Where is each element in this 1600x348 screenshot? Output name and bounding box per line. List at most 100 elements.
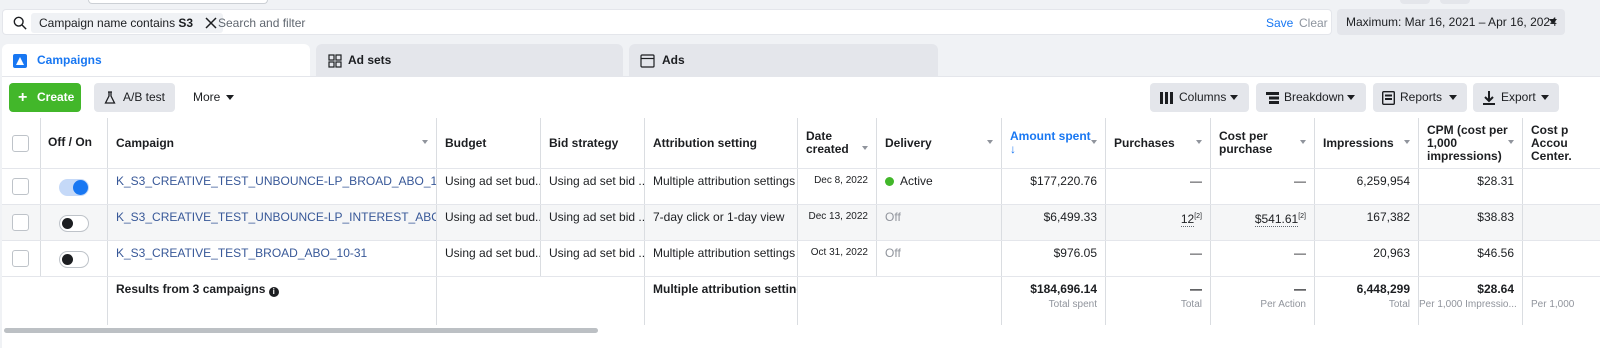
amount-spent-cell: $6,499.33 <box>1002 205 1106 241</box>
close-icon[interactable] <box>205 17 217 29</box>
header-attribution[interactable]: Attribution setting <box>645 118 798 168</box>
header-label: Delivery <box>885 136 932 150</box>
header-label: Budget <box>445 136 487 150</box>
header-label: impressions) <box>1427 149 1502 163</box>
ab-test-label: A/B test <box>123 90 166 104</box>
reports-button[interactable]: Reports <box>1373 83 1467 112</box>
delivery-status: Active <box>900 174 933 188</box>
campaign-link[interactable]: K_S3_CREATIVE_TEST_BROAD_ABO_10-31 <box>116 246 367 260</box>
row-checkbox[interactable] <box>12 178 29 195</box>
header-label: 1,000 <box>1427 136 1458 150</box>
chevron-down-icon <box>1230 95 1238 100</box>
chevron-down-icon <box>1449 95 1457 100</box>
columns-button[interactable]: Columns <box>1150 83 1249 112</box>
header-cost-accounts-center[interactable]: Cost p Accou Center. <box>1523 118 1600 168</box>
ab-test-button[interactable]: A/B test <box>94 83 175 112</box>
header-label: Accou <box>1531 136 1568 150</box>
table-row[interactable]: K_S3_CREATIVE_TEST_UNBOUNCE-LP_INTEREST_… <box>2 204 1600 241</box>
header-campaign[interactable]: Campaign <box>108 118 437 168</box>
impressions-cell: 6,259,954 <box>1315 169 1419 205</box>
header-impressions[interactable]: Impressions <box>1315 118 1419 168</box>
header-budget[interactable]: Budget <box>437 118 541 168</box>
row-checkbox[interactable] <box>12 250 29 267</box>
header-purchases[interactable]: Purchases <box>1106 118 1211 168</box>
bid-strategy-cell: Using ad set bid ... <box>541 241 645 277</box>
more-button[interactable]: More <box>186 83 242 112</box>
toggle-cell <box>41 241 108 277</box>
budget-cell: Using ad set bud... <box>437 241 541 277</box>
table-row[interactable]: K_S3_CREATIVE_TEST_UNBOUNCE-LP_BROAD_ABO… <box>2 168 1600 205</box>
tab-ads[interactable]: Ads <box>629 44 938 78</box>
budget-cell: Using ad set bud... <box>437 205 541 241</box>
footnote-marker: [2] <box>1298 213 1306 220</box>
campaign-toggle[interactable] <box>59 215 89 232</box>
totals-cpm-sub: Per 1,000 Impressio... <box>1419 299 1517 310</box>
cost-cell <box>1523 169 1600 205</box>
search-filter-bar[interactable]: Campaign name contains S3 Save Clear <box>2 9 1332 35</box>
tab-campaigns[interactable]: Campaigns <box>2 44 310 78</box>
header-bid-strategy[interactable]: Bid strategy <box>541 118 645 168</box>
sort-caret-icon <box>1300 140 1306 144</box>
search-input[interactable] <box>218 14 1118 32</box>
top-button-stub <box>1400 0 1430 4</box>
row-select-cell <box>2 169 41 205</box>
header-off-on[interactable]: Off / On <box>41 118 108 168</box>
table-row[interactable]: K_S3_CREATIVE_TEST_BROAD_ABO_10-31 Using… <box>2 240 1600 277</box>
header-label: purchase <box>1219 142 1273 156</box>
row-checkbox[interactable] <box>12 214 29 231</box>
chevron-down-icon <box>226 95 234 100</box>
breakdown-button[interactable]: Breakdown <box>1256 83 1366 112</box>
header-cpm[interactable]: CPM (cost per 1,000 impressions) <box>1419 118 1523 168</box>
sort-caret-icon <box>1404 140 1410 144</box>
chevron-down-icon <box>1347 95 1355 100</box>
totals-impressions: 6,448,299 <box>1356 282 1410 296</box>
sort-down-icon: ↓ <box>1010 142 1016 156</box>
tab-ad-sets[interactable]: Ad sets <box>316 44 623 78</box>
attribution-cell: 7-day click or 1-day view <box>645 205 798 241</box>
horizontal-scrollbar-thumb[interactable] <box>4 328 598 333</box>
totals-cpp-sub: Per Action <box>1260 299 1306 310</box>
export-button[interactable]: Export <box>1473 83 1559 112</box>
campaign-link[interactable]: K_S3_CREATIVE_TEST_UNBOUNCE-LP_INTEREST_… <box>116 210 436 224</box>
columns-icon <box>1160 92 1173 104</box>
totals-purchases: — <box>1190 282 1202 296</box>
header-date-created[interactable]: Date created <box>798 118 877 168</box>
tab-label: Ad sets <box>348 53 392 67</box>
tab-label: Ads <box>662 53 685 67</box>
purchases-cell: — <box>1106 169 1211 205</box>
toggle-knob <box>62 254 73 265</box>
header-delivery[interactable]: Delivery <box>877 118 1002 168</box>
header-cost-per-purchase[interactable]: Cost per purchase <box>1211 118 1315 168</box>
select-all-checkbox[interactable] <box>12 135 29 152</box>
totals-amount: $184,696.14 <box>1030 282 1097 296</box>
date-range-picker[interactable]: Maximum: Mar 16, 2021 – Apr 16, 2024 <box>1337 9 1565 35</box>
totals-label-cell: Results from 3 campaigns i <box>108 277 437 325</box>
cost-per-purchase-value[interactable]: $541.61 <box>1254 212 1299 227</box>
sort-caret-icon <box>1091 140 1097 144</box>
filter-chip[interactable]: Campaign name contains S3 <box>31 13 224 33</box>
create-label: Create <box>37 90 75 104</box>
purchases-value[interactable]: 12 <box>1180 212 1195 227</box>
bid-strategy-cell: Using ad set bid ... <box>541 205 645 241</box>
budget-cell: Using ad set bud... <box>437 169 541 205</box>
top-field-stub <box>88 0 268 4</box>
header-label: Impressions <box>1323 136 1394 150</box>
amount-spent-cell: $177,220.76 <box>1002 169 1106 205</box>
download-icon <box>1483 91 1495 105</box>
cost-cell <box>1523 241 1600 277</box>
info-icon[interactable]: i <box>268 287 279 297</box>
date-range-label: Maximum: Mar 16, 2021 – Apr 16, 2024 <box>1346 15 1557 29</box>
clear-filter-link[interactable]: Clear <box>1299 16 1328 30</box>
campaign-toggle[interactable] <box>59 179 89 196</box>
totals-label: Results from 3 campaigns <box>116 282 266 296</box>
create-button[interactable]: + Create <box>9 83 81 112</box>
sort-caret-icon <box>1196 140 1202 144</box>
header-amount-spent[interactable]: Amount spent ↓ <box>1002 118 1106 168</box>
cost-per-purchase-cell: — <box>1211 241 1315 277</box>
save-filter-link[interactable]: Save <box>1266 16 1293 30</box>
campaign-link[interactable]: K_S3_CREATIVE_TEST_UNBOUNCE-LP_BROAD_ABO… <box>116 174 436 188</box>
cpm-cell: $46.56 <box>1419 241 1523 277</box>
header-label: Off / On <box>48 135 92 149</box>
campaign-toggle[interactable] <box>59 251 89 268</box>
header-label: Amount spent <box>1010 129 1091 143</box>
